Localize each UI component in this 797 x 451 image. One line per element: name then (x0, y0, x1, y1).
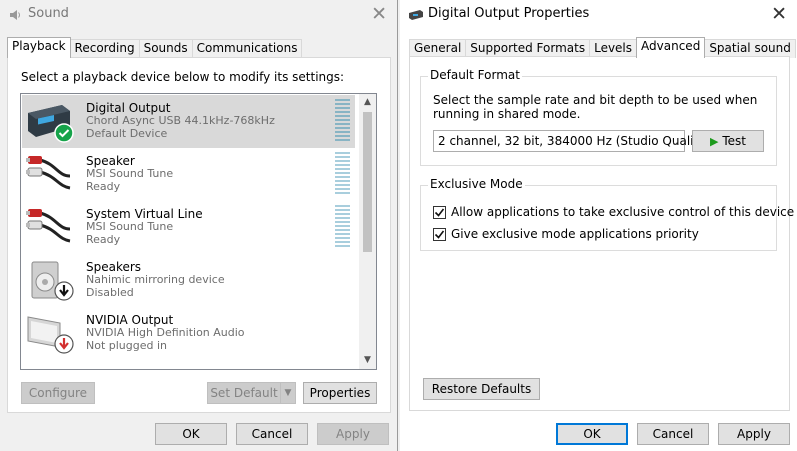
volume-meter (335, 205, 350, 249)
device-list: Digital Output Chord Async USB 44.1kHz-7… (20, 93, 377, 370)
device-driver: MSI Sound Tune (86, 167, 174, 180)
exclusive-priority-checkbox[interactable] (433, 228, 446, 241)
device-status: Ready (86, 233, 121, 246)
dac-device-icon (28, 105, 74, 143)
speaker-box-icon (31, 261, 74, 301)
restore-defaults-button[interactable]: Restore Defaults (423, 378, 540, 400)
device-name: System Virtual Line (86, 207, 203, 221)
device-status: Not plugged in (86, 339, 168, 352)
device-name: Digital Output (86, 101, 171, 115)
play-icon: ▶ (710, 135, 719, 148)
instruction-text: Select a playback device below to modify… (21, 70, 345, 84)
device-row-digital-output[interactable]: Digital Output Chord Async USB 44.1kHz-7… (22, 95, 355, 148)
window-title: Sound (28, 6, 69, 21)
device-name: Speaker (86, 154, 135, 168)
volume-meter (335, 99, 350, 143)
scroll-thumb[interactable] (363, 112, 372, 252)
scroll-up-icon[interactable]: ▲ (359, 94, 376, 111)
device-list-scrollbar[interactable]: ▲ ▼ (359, 94, 376, 369)
sound-window: Sound ✕ Playback Recording Sounds Commun… (0, 0, 398, 451)
dac-app-icon (409, 10, 423, 20)
apply-button[interactable]: Apply (718, 423, 790, 445)
ok-button[interactable]: OK (556, 423, 628, 445)
apply-button[interactable]: Apply (317, 423, 389, 445)
exclusive-mode-group: Exclusive Mode Allow applications to tak… (420, 177, 794, 251)
device-name: Speakers (86, 260, 142, 274)
cancel-button[interactable]: Cancel (637, 423, 709, 445)
window-title: Digital Output Properties (428, 6, 590, 21)
rca-cable-icon (26, 209, 71, 243)
device-status: Ready (86, 180, 121, 193)
device-row-nvidia-output[interactable]: NVIDIA Output NVIDIA High Definition Aud… (22, 307, 355, 360)
checkmark-icon (434, 208, 445, 217)
device-row-speakers[interactable]: Speakers Nahimic mirroring device Disabl… (22, 254, 355, 307)
device-driver: NVIDIA High Definition Audio (86, 326, 245, 339)
device-row-speaker[interactable]: Speaker MSI Sound Tune Ready (22, 148, 355, 201)
speaker-app-icon (10, 10, 20, 20)
configure-button[interactable]: Configure (21, 382, 95, 404)
set-default-button[interactable]: Set Default (207, 382, 281, 404)
device-driver: Nahimic mirroring device (86, 273, 225, 286)
format-select[interactable]: 2 channel, 32 bit, 384000 Hz (Studio Qua… (433, 130, 710, 152)
playback-panel: Select a playback device below to modify… (7, 57, 391, 413)
set-default-dropdown-icon[interactable]: ▼ (280, 382, 296, 404)
tab-playback[interactable]: Playback (7, 37, 71, 58)
test-button[interactable]: ▶ Test (692, 130, 764, 152)
exclusive-priority-label: Give exclusive mode applications priorit… (451, 227, 699, 241)
checkmark-icon (434, 230, 445, 239)
device-driver: Chord Async USB 44.1kHz-768kHz (86, 114, 275, 127)
ok-button[interactable]: OK (155, 423, 227, 445)
default-format-group: Default Format Select the sample rate an… (420, 68, 777, 166)
tab-strip: Playback Recording Sounds Communications (7, 37, 303, 58)
title-bar: Digital Output Properties ✕ (400, 0, 797, 30)
close-icon[interactable]: ✕ (371, 3, 387, 25)
tab-advanced[interactable]: Advanced (636, 37, 706, 58)
tab-recording[interactable]: Recording (69, 39, 140, 58)
tab-sounds[interactable]: Sounds (138, 39, 193, 58)
test-label: Test (722, 134, 746, 148)
device-row-system-virtual-line[interactable]: System Virtual Line MSI Sound Tune Ready (22, 201, 355, 254)
title-bar: Sound ✕ (0, 0, 397, 30)
close-icon[interactable]: ✕ (771, 3, 787, 25)
advanced-panel: Default Format Select the sample rate an… (409, 56, 794, 411)
properties-button[interactable]: Properties (303, 382, 377, 404)
group-label: Default Format (428, 68, 522, 82)
allow-exclusive-label: Allow applications to take exclusive con… (451, 205, 795, 219)
device-name: NVIDIA Output (86, 313, 174, 327)
monitor-icon (27, 316, 74, 354)
volume-meter (335, 152, 350, 196)
scroll-down-icon[interactable]: ▼ (359, 352, 376, 369)
device-status: Disabled (86, 286, 134, 299)
group-label: Exclusive Mode (428, 177, 525, 191)
device-status: Default Device (86, 127, 168, 140)
allow-exclusive-checkbox[interactable] (433, 206, 446, 219)
device-driver: MSI Sound Tune (86, 220, 174, 233)
rca-cable-icon (26, 156, 71, 190)
format-description: Select the sample rate and bit depth to … (433, 93, 758, 121)
tab-strip: General Supported Formats Levels Advance… (409, 37, 796, 58)
tab-communications[interactable]: Communications (191, 39, 303, 58)
properties-window: Digital Output Properties ✕ General Supp… (400, 0, 797, 451)
chevron-down-icon: ⌄ (670, 135, 680, 148)
format-select-value: 2 channel, 32 bit, 384000 Hz (Studio Qua… (438, 134, 710, 148)
cancel-button[interactable]: Cancel (236, 423, 308, 445)
